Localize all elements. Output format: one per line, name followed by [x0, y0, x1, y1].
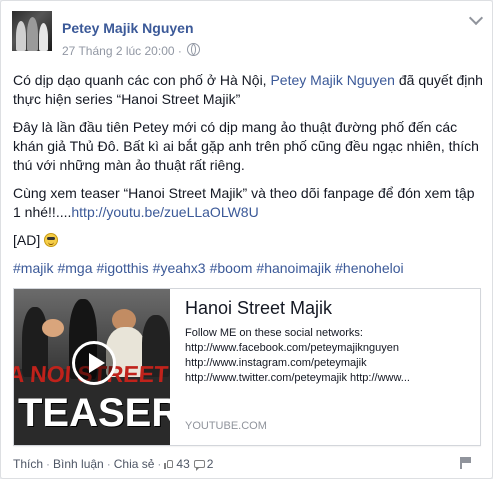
hashtag-link[interactable]: #henoheloi	[335, 260, 404, 276]
post-paragraph-1: Có dịp dạo quanh các con phố ở Hà Nội, P…	[13, 72, 483, 107]
post-body: Có dịp dạo quanh các con phố ở Hà Nội, P…	[13, 71, 483, 287]
thumbs-up-icon	[164, 459, 174, 469]
comment-icon	[193, 460, 205, 471]
hashtag-list: #majik #mga #igotthis #yeahx3 #boom #hanoimaj…	[13, 259, 483, 278]
hashtag-link[interactable]: #yeahx3	[153, 260, 206, 276]
author-name[interactable]: Petey Majik Nguyen	[62, 20, 194, 36]
link-preview-card[interactable]: A NOI STREET MAJIK TEASER Hanoi Street M…	[13, 288, 481, 446]
author-mention-link[interactable]: Petey Majik Nguyen	[270, 72, 395, 88]
post-actions: Thích · Bình luận · Chia sẻ · 43 2	[13, 457, 214, 471]
post-meta: 27 Tháng 2 lúc 20:00 ·	[62, 43, 201, 58]
share-button[interactable]: Chia sẻ	[114, 457, 155, 471]
link-preview-description: Follow ME on these social networks: http…	[185, 327, 410, 384]
hashtag-link[interactable]: #mga	[57, 260, 92, 276]
thumbnail-teaser-text: TEASER	[18, 391, 170, 435]
post-card: Petey Majik Nguyen 27 Tháng 2 lúc 20:00 …	[0, 0, 493, 479]
video-thumbnail[interactable]: A NOI STREET MAJIK TEASER	[14, 289, 170, 445]
like-count[interactable]: 43	[176, 457, 189, 471]
flag-icon[interactable]	[460, 457, 472, 469]
globe-icon[interactable]	[187, 43, 201, 56]
link-preview-source: YOUTUBE.COM	[185, 420, 267, 432]
hashtag-link[interactable]: #majik	[13, 260, 53, 276]
play-icon[interactable]	[72, 341, 116, 385]
post-paragraph-4: [AD]	[13, 231, 483, 250]
post-paragraph-3: Cùng xem teaser “Hanoi Street Majik” và …	[13, 185, 475, 220]
post-paragraph-2: Đây là lần đầu tiên Petey mới có dịp man…	[13, 119, 479, 173]
post-timestamp[interactable]: 27 Tháng 2 lúc 20:00	[62, 44, 175, 58]
comment-count[interactable]: 2	[207, 457, 214, 471]
youtube-link[interactable]: http://youtu.be/zueLLaOLW8U	[71, 204, 258, 220]
chevron-down-icon[interactable]	[468, 10, 484, 26]
comment-button[interactable]: Bình luận	[53, 457, 104, 471]
link-preview-title[interactable]: Hanoi Street Majik	[185, 298, 332, 319]
hashtag-link[interactable]: #hanoimajik	[256, 260, 331, 276]
cool-emoji-icon	[44, 233, 59, 247]
hashtag-link[interactable]: #igotthis	[97, 260, 149, 276]
hashtag-link[interactable]: #boom	[210, 260, 253, 276]
like-button[interactable]: Thích	[13, 457, 43, 471]
author-avatar[interactable]	[12, 11, 52, 51]
